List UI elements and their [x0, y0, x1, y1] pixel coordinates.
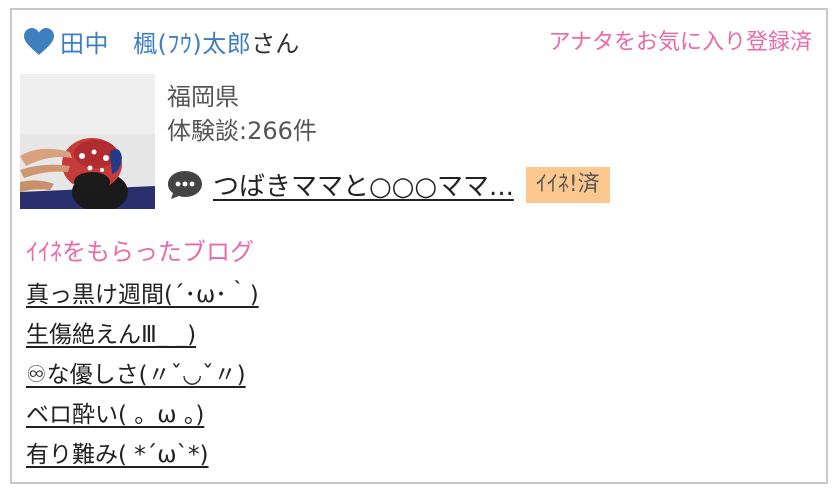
prefecture: 福岡県: [167, 83, 239, 111]
profile-info: 福岡県 体験談:266件: [167, 80, 317, 148]
list-item: 生傷絶えんⅢ_ _): [26, 318, 259, 358]
avatar[interactable]: [20, 74, 155, 209]
honorific-suffix: さん: [251, 30, 300, 58]
blog-link[interactable]: 生傷絶えんⅢ_ _): [26, 322, 196, 348]
user-surname[interactable]: 田中: [60, 24, 109, 59]
list-item: 真っ黒け週間(´･ω･｀): [26, 278, 259, 318]
liked-blog-list: 真っ黒け週間(´･ω･｀) 生傷絶えんⅢ_ _) ♾な優しさ(〃ˇ◡ˇ〃) ベロ…: [26, 278, 259, 478]
favorite-status: アナタをお気に入り登録済: [548, 30, 812, 55]
list-item: ベロ酔い( 。ω 。): [26, 398, 259, 438]
user-header: 田中 楓(ﾌｳ)太郎 さん: [24, 24, 299, 59]
blog-link[interactable]: ベロ酔い( 。ω 。): [26, 402, 204, 428]
heart-icon[interactable]: [24, 27, 54, 56]
list-item: ♾な優しさ(〃ˇ◡ˇ〃): [26, 358, 259, 398]
blog-link[interactable]: 真っ黒け週間(´･ω･｀): [26, 282, 259, 308]
liked-blogs-heading: ｲｲﾈをもらったブログ: [26, 238, 254, 266]
latest-post-link[interactable]: つばきママと○○○ママ...: [213, 166, 514, 203]
blog-link[interactable]: 有り難み( *´ω`*): [26, 442, 209, 468]
experience-count[interactable]: 体験談:266件: [167, 114, 317, 148]
like-status-badge: ｲｲﾈ!済: [525, 166, 610, 203]
speech-bubble-icon: [167, 169, 203, 201]
user-card: 田中 楓(ﾌｳ)太郎 さん アナタをお気に入り登録済 福岡県 体験談:266件: [10, 8, 828, 484]
list-item: 有り難み( *´ω`*): [26, 438, 259, 478]
blog-link[interactable]: ♾な優しさ(〃ˇ◡ˇ〃): [26, 362, 246, 388]
user-given-name[interactable]: 楓(ﾌｳ)太郎: [133, 24, 251, 59]
latest-post: つばきママと○○○ママ... ｲｲﾈ!済: [167, 166, 610, 203]
